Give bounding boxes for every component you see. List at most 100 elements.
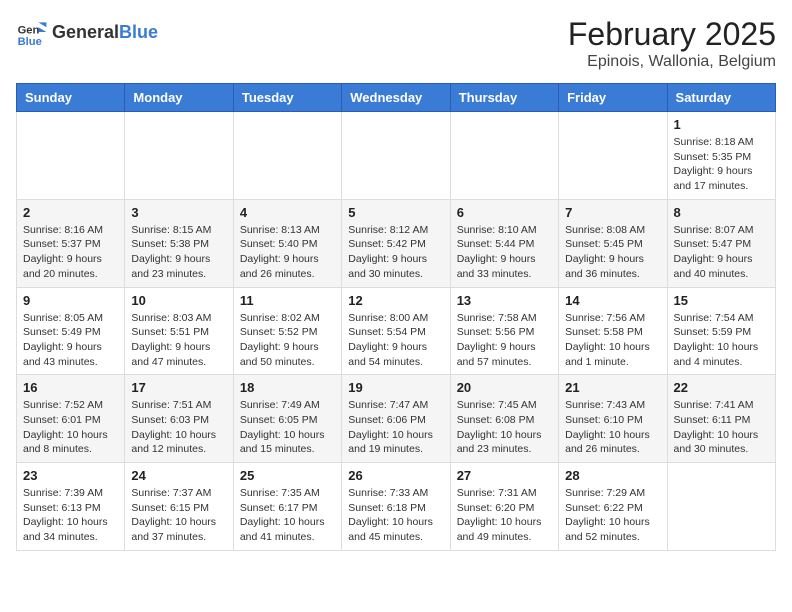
svg-text:Gen: Gen xyxy=(18,25,40,37)
day-detail: Sunrise: 7:47 AM Sunset: 6:06 PM Dayligh… xyxy=(348,398,443,457)
calendar-cell xyxy=(667,463,775,551)
logo: Gen Blue GeneralBlue xyxy=(16,16,158,48)
calendar-cell: 27 Sunrise: 7:31 AM Sunset: 6:20 PM Dayli… xyxy=(450,463,558,551)
day-detail: Sunrise: 7:54 AM Sunset: 5:59 PM Dayligh… xyxy=(674,311,769,370)
calendar-week-1: 1 Sunrise: 8:18 AM Sunset: 5:35 PM Daylig… xyxy=(17,112,776,200)
calendar-week-5: 23 Sunrise: 7:39 AM Sunset: 6:13 PM Dayli… xyxy=(17,463,776,551)
calendar-cell: 24 Sunrise: 7:37 AM Sunset: 6:15 PM Dayli… xyxy=(125,463,233,551)
calendar-cell: 14Sunrise: 7:56 AM Sunset: 5:58 PM Dayli… xyxy=(559,287,667,375)
day-number: 23 xyxy=(23,468,118,483)
calendar-week-2: 2 Sunrise: 8:16 AM Sunset: 5:37 PM Daylig… xyxy=(17,199,776,287)
calendar-cell: 13Sunrise: 7:58 AM Sunset: 5:56 PM Dayli… xyxy=(450,287,558,375)
calendar-cell xyxy=(17,112,125,200)
day-detail: Sunrise: 7:37 AM Sunset: 6:15 PM Dayligh… xyxy=(131,486,226,545)
calendar-cell xyxy=(450,112,558,200)
day-number: 15 xyxy=(674,293,769,308)
day-number: 7 xyxy=(565,205,660,220)
day-detail: Sunrise: 7:43 AM Sunset: 6:10 PM Dayligh… xyxy=(565,398,660,457)
calendar-cell: 26 Sunrise: 7:33 AM Sunset: 6:18 PM Dayli… xyxy=(342,463,450,551)
day-number: 12 xyxy=(348,293,443,308)
day-detail: Sunrise: 7:41 AM Sunset: 6:11 PM Dayligh… xyxy=(674,398,769,457)
calendar-cell: 12 Sunrise: 8:00 AM Sunset: 5:54 PM Dayli… xyxy=(342,287,450,375)
header-friday: Friday xyxy=(559,84,667,112)
day-number: 28 xyxy=(565,468,660,483)
day-detail: Sunrise: 8:18 AM Sunset: 5:35 PM Dayligh… xyxy=(674,135,769,194)
calendar-cell: 5 Sunrise: 8:12 AM Sunset: 5:42 PM Daylig… xyxy=(342,199,450,287)
calendar-cell xyxy=(125,112,233,200)
day-number: 19 xyxy=(348,380,443,395)
day-detail: Sunrise: 7:39 AM Sunset: 6:13 PM Dayligh… xyxy=(23,486,118,545)
day-number: 11 xyxy=(240,293,335,308)
logo-blue: Blue xyxy=(119,22,158,42)
day-number: 1 xyxy=(674,117,769,132)
day-number: 24 xyxy=(131,468,226,483)
day-number: 9 xyxy=(23,293,118,308)
day-detail: Sunrise: 8:07 AM Sunset: 5:47 PM Dayligh… xyxy=(674,223,769,282)
calendar-header-row: Sunday Monday Tuesday Wednesday Thursday… xyxy=(17,84,776,112)
calendar-cell: 2 Sunrise: 8:16 AM Sunset: 5:37 PM Daylig… xyxy=(17,199,125,287)
day-number: 18 xyxy=(240,380,335,395)
header-wednesday: Wednesday xyxy=(342,84,450,112)
day-number: 5 xyxy=(348,205,443,220)
day-detail: Sunrise: 8:10 AM Sunset: 5:44 PM Dayligh… xyxy=(457,223,552,282)
day-detail: Sunrise: 7:52 AM Sunset: 6:01 PM Dayligh… xyxy=(23,398,118,457)
calendar-cell xyxy=(559,112,667,200)
calendar-subtitle: Epinois, Wallonia, Belgium xyxy=(568,53,776,71)
day-detail: Sunrise: 7:51 AM Sunset: 6:03 PM Dayligh… xyxy=(131,398,226,457)
day-detail: Sunrise: 8:16 AM Sunset: 5:37 PM Dayligh… xyxy=(23,223,118,282)
calendar-cell: 20 Sunrise: 7:45 AM Sunset: 6:08 PM Dayli… xyxy=(450,375,558,463)
svg-text:Blue: Blue xyxy=(18,36,42,48)
day-detail: Sunrise: 8:05 AM Sunset: 5:49 PM Dayligh… xyxy=(23,311,118,370)
calendar-title: February 2025 xyxy=(568,16,776,53)
day-number: 16 xyxy=(23,380,118,395)
day-number: 17 xyxy=(131,380,226,395)
day-number: 10 xyxy=(131,293,226,308)
day-detail: Sunrise: 7:33 AM Sunset: 6:18 PM Dayligh… xyxy=(348,486,443,545)
calendar-cell: 9 Sunrise: 8:05 AM Sunset: 5:49 PM Daylig… xyxy=(17,287,125,375)
day-detail: Sunrise: 8:02 AM Sunset: 5:52 PM Dayligh… xyxy=(240,311,335,370)
day-detail: Sunrise: 8:03 AM Sunset: 5:51 PM Dayligh… xyxy=(131,311,226,370)
day-number: 8 xyxy=(674,205,769,220)
calendar-cell: 28 Sunrise: 7:29 AM Sunset: 6:22 PM Dayli… xyxy=(559,463,667,551)
calendar-cell: 1 Sunrise: 8:18 AM Sunset: 5:35 PM Daylig… xyxy=(667,112,775,200)
calendar-cell: 11 Sunrise: 8:02 AM Sunset: 5:52 PM Dayli… xyxy=(233,287,341,375)
day-detail: Sunrise: 7:56 AM Sunset: 5:58 PM Dayligh… xyxy=(565,311,660,370)
calendar-cell xyxy=(342,112,450,200)
day-detail: Sunrise: 7:49 AM Sunset: 6:05 PM Dayligh… xyxy=(240,398,335,457)
calendar-cell: 21 Sunrise: 7:43 AM Sunset: 6:10 PM Dayli… xyxy=(559,375,667,463)
header: Gen Blue GeneralBlue February 2025 Epino… xyxy=(16,16,776,71)
day-number: 3 xyxy=(131,205,226,220)
day-number: 6 xyxy=(457,205,552,220)
day-number: 21 xyxy=(565,380,660,395)
logo-icon: Gen Blue xyxy=(16,16,48,48)
calendar-cell: 18 Sunrise: 7:49 AM Sunset: 6:05 PM Dayli… xyxy=(233,375,341,463)
day-number: 27 xyxy=(457,468,552,483)
day-number: 4 xyxy=(240,205,335,220)
calendar-cell: 4Sunrise: 8:13 AM Sunset: 5:40 PM Daylig… xyxy=(233,199,341,287)
day-detail: Sunrise: 7:29 AM Sunset: 6:22 PM Dayligh… xyxy=(565,486,660,545)
calendar-cell: 16 Sunrise: 7:52 AM Sunset: 6:01 PM Dayli… xyxy=(17,375,125,463)
logo-general: General xyxy=(52,22,119,42)
header-tuesday: Tuesday xyxy=(233,84,341,112)
day-detail: Sunrise: 8:12 AM Sunset: 5:42 PM Dayligh… xyxy=(348,223,443,282)
calendar-cell: 17 Sunrise: 7:51 AM Sunset: 6:03 PM Dayli… xyxy=(125,375,233,463)
calendar-week-4: 16 Sunrise: 7:52 AM Sunset: 6:01 PM Dayli… xyxy=(17,375,776,463)
day-number: 20 xyxy=(457,380,552,395)
calendar-cell: 25Sunrise: 7:35 AM Sunset: 6:17 PM Dayli… xyxy=(233,463,341,551)
day-detail: Sunrise: 7:45 AM Sunset: 6:08 PM Dayligh… xyxy=(457,398,552,457)
day-number: 25 xyxy=(240,468,335,483)
calendar-cell: 23 Sunrise: 7:39 AM Sunset: 6:13 PM Dayli… xyxy=(17,463,125,551)
day-number: 22 xyxy=(674,380,769,395)
day-detail: Sunrise: 8:15 AM Sunset: 5:38 PM Dayligh… xyxy=(131,223,226,282)
day-number: 2 xyxy=(23,205,118,220)
day-detail: Sunrise: 7:31 AM Sunset: 6:20 PM Dayligh… xyxy=(457,486,552,545)
calendar-table: Sunday Monday Tuesday Wednesday Thursday… xyxy=(16,83,776,551)
day-detail: Sunrise: 8:08 AM Sunset: 5:45 PM Dayligh… xyxy=(565,223,660,282)
calendar-cell: 19 Sunrise: 7:47 AM Sunset: 6:06 PM Dayli… xyxy=(342,375,450,463)
title-area: February 2025 Epinois, Wallonia, Belgium xyxy=(568,16,776,71)
day-detail: Sunrise: 8:00 AM Sunset: 5:54 PM Dayligh… xyxy=(348,311,443,370)
header-saturday: Saturday xyxy=(667,84,775,112)
day-number: 26 xyxy=(348,468,443,483)
calendar-cell: 15 Sunrise: 7:54 AM Sunset: 5:59 PM Dayli… xyxy=(667,287,775,375)
day-number: 13 xyxy=(457,293,552,308)
